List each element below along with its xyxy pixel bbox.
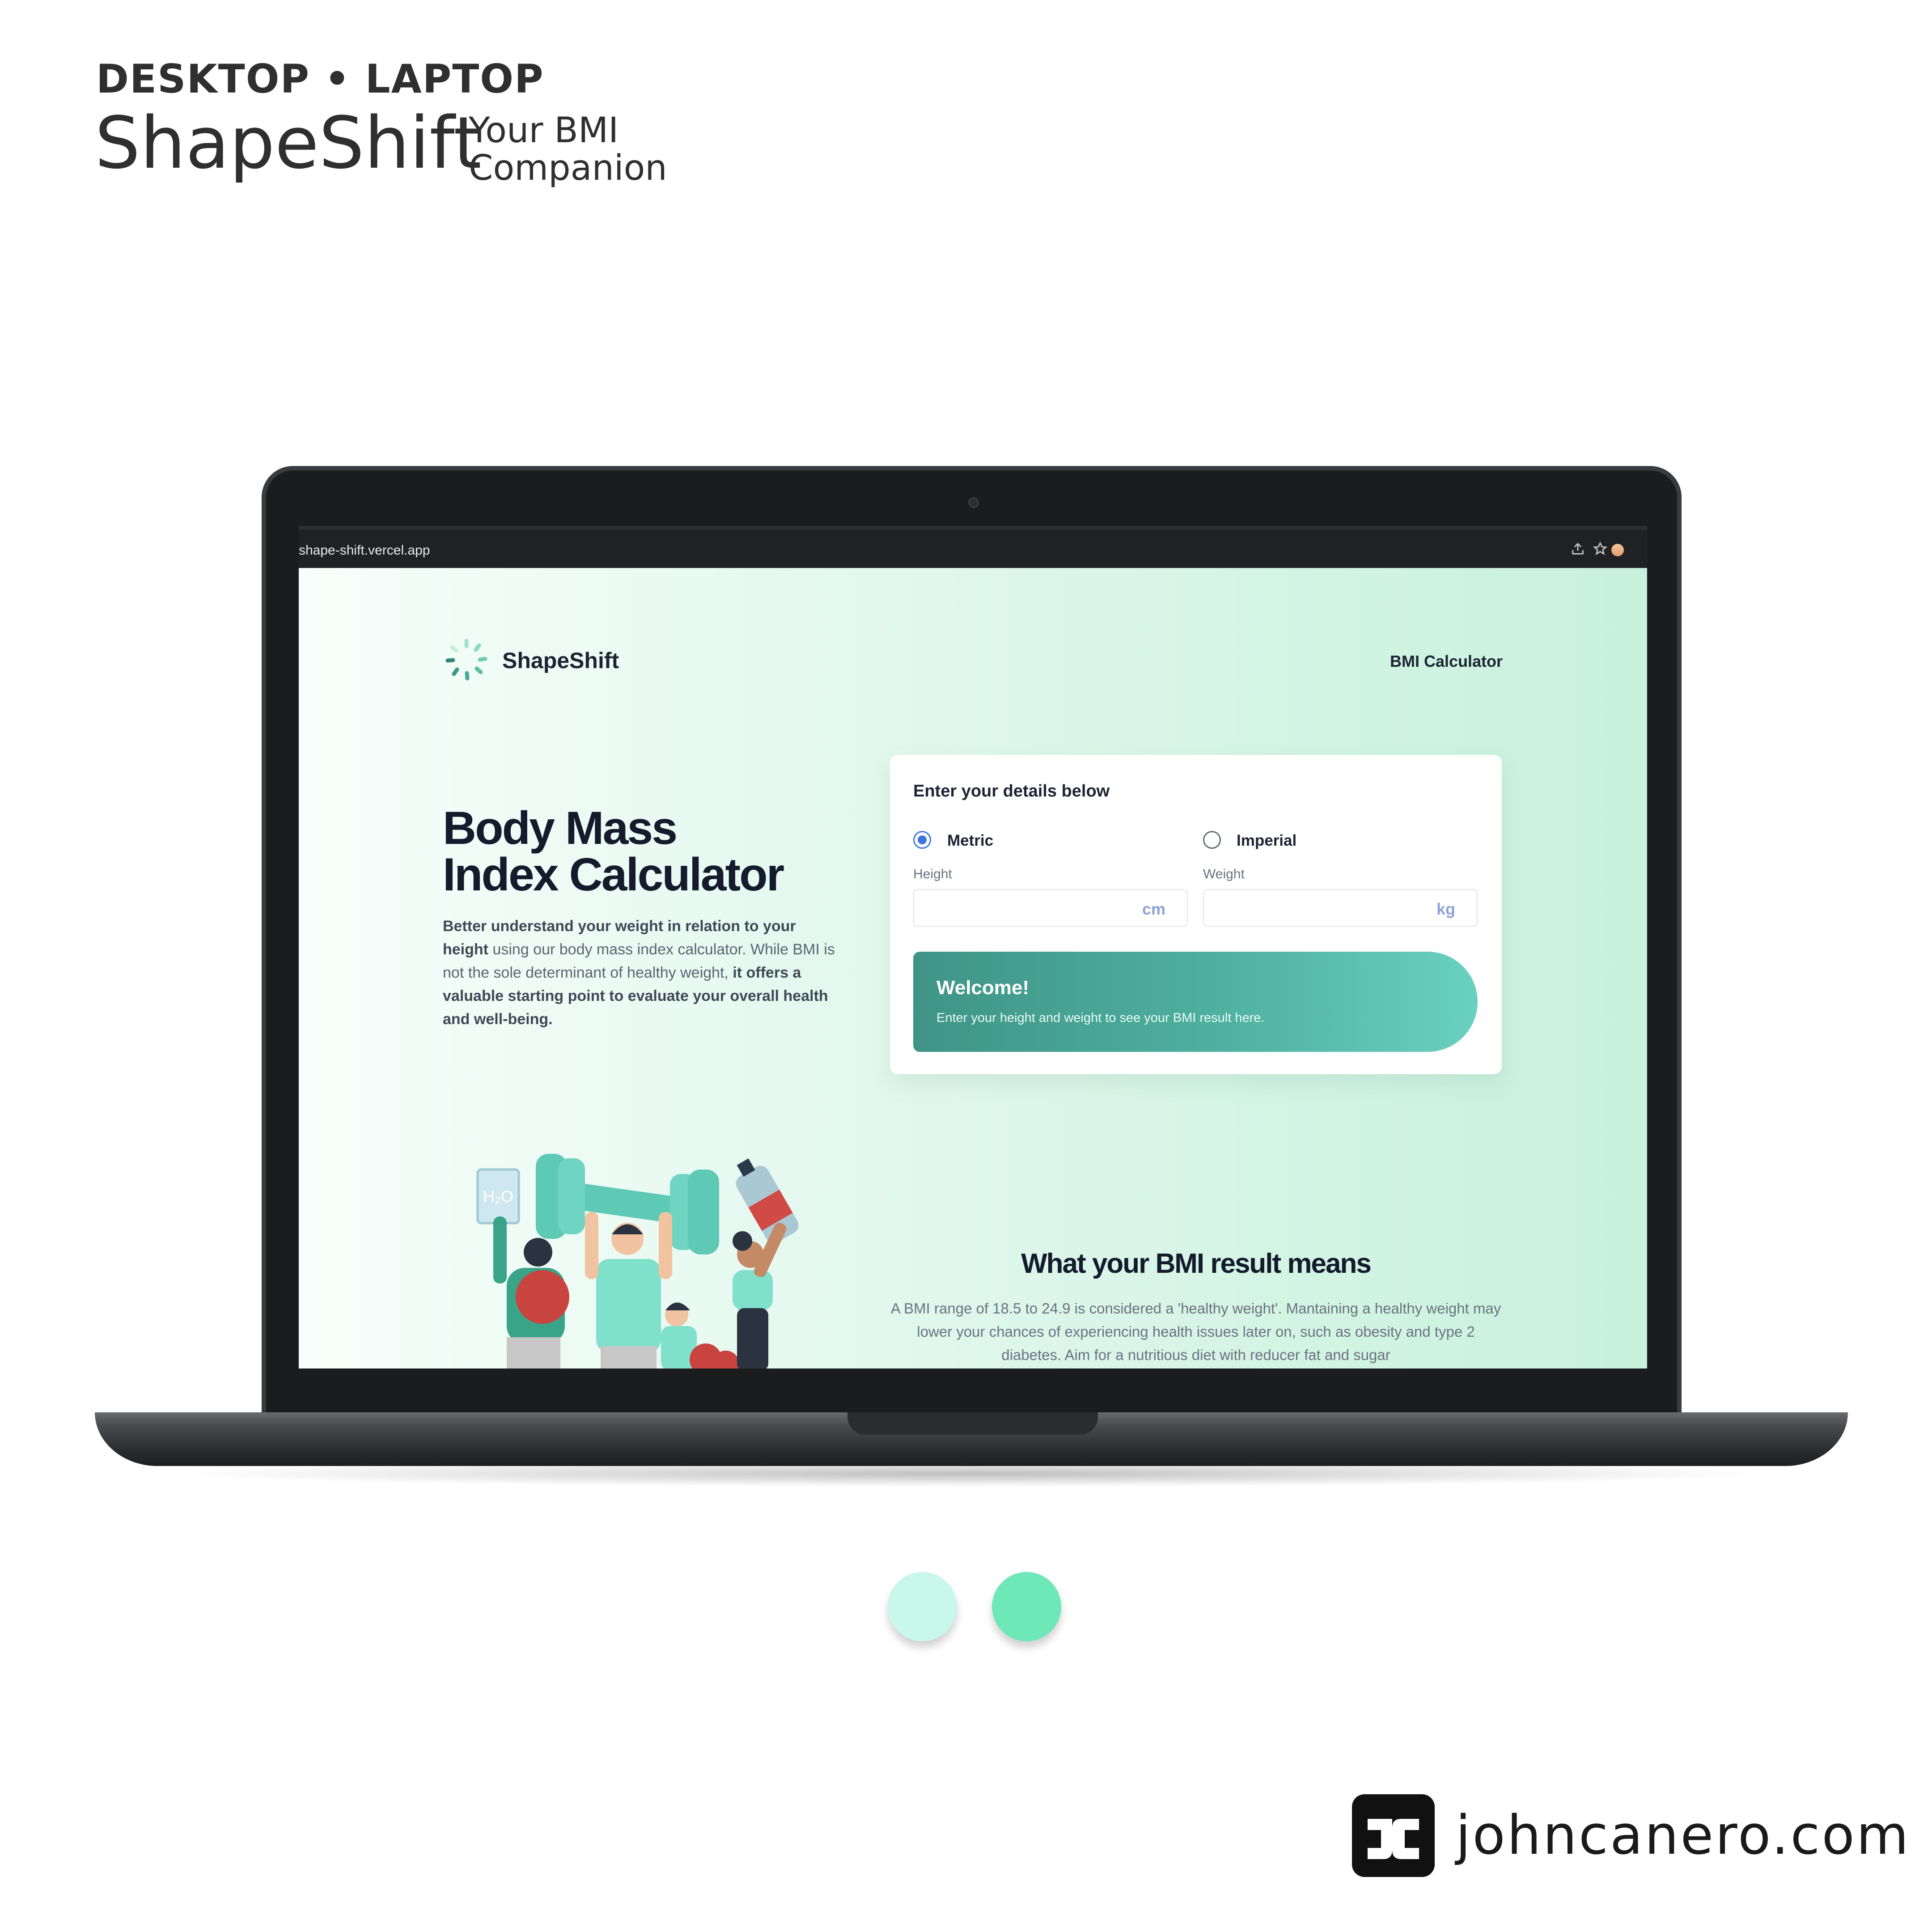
brand-title: ShapeShift <box>95 101 482 185</box>
svg-text:H₂O: H₂O <box>483 1187 513 1206</box>
hero-title-line1: Body Mass <box>443 802 678 854</box>
result-title: Welcome! <box>936 977 1030 999</box>
fitness-people-illustration: H₂O <box>469 1149 840 1368</box>
color-swatch-light <box>888 1572 957 1641</box>
weight-input[interactable]: kg <box>1203 889 1478 927</box>
weight-label: Weight <box>1203 867 1245 881</box>
bmi-meaning-title: What your BMI result means <box>1021 1248 1372 1279</box>
bmi-meaning-text: A BMI range of 18.5 to 24.9 is considere… <box>890 1300 1501 1363</box>
site-logo-text[interactable]: ShapeShift <box>502 648 619 674</box>
laptop-screen: shape-shift.vercel.app ShapeShift BMI Ca… <box>299 526 1647 1368</box>
result-text: Enter your height and weight to see your… <box>936 1011 1265 1025</box>
browser-toolbar: shape-shift.vercel.app <box>299 526 1647 572</box>
author-logo-icon <box>1352 1794 1435 1877</box>
bmi-calculator-card: Enter your details below Metric Imperial… <box>890 755 1502 1074</box>
height-unit: cm <box>1142 900 1165 918</box>
web-page: ShapeShift BMI Calculator Body Mass Inde… <box>299 568 1647 1368</box>
hero-title: Body Mass Index Calculator <box>443 805 845 898</box>
laptop-notch <box>847 1412 1098 1435</box>
logo-spinner-icon <box>444 637 489 682</box>
height-label: Height <box>913 867 952 881</box>
metric-radio-label[interactable]: Metric <box>947 832 993 850</box>
card-title: Enter your details below <box>913 782 1110 801</box>
brand-subtitle: Your BMI Companion <box>469 110 667 189</box>
weight-unit: kg <box>1436 900 1455 918</box>
imperial-radio[interactable] <box>1203 831 1221 849</box>
color-swatch-green <box>992 1572 1061 1641</box>
star-icon[interactable] <box>1591 541 1609 559</box>
device-eyebrow: DESKTOP • LAPTOP <box>96 56 544 102</box>
camera-icon <box>968 497 979 508</box>
author-domain[interactable]: johncanero.com <box>1456 1805 1911 1867</box>
result-panel: Welcome! Enter your height and weight to… <box>913 952 1478 1052</box>
address-bar[interactable]: shape-shift.vercel.app <box>299 543 430 558</box>
nav-bmi-calculator[interactable]: BMI Calculator <box>1390 652 1503 671</box>
metric-radio[interactable] <box>913 831 931 849</box>
profile-icon[interactable] <box>1611 544 1624 556</box>
hero-description: Better understand your weight in relatio… <box>443 915 845 1031</box>
hero-title-line2: Index Calculator <box>443 849 784 901</box>
share-icon[interactable] <box>1569 541 1587 559</box>
height-input[interactable]: cm <box>913 889 1188 927</box>
imperial-radio-label[interactable]: Imperial <box>1237 832 1296 850</box>
